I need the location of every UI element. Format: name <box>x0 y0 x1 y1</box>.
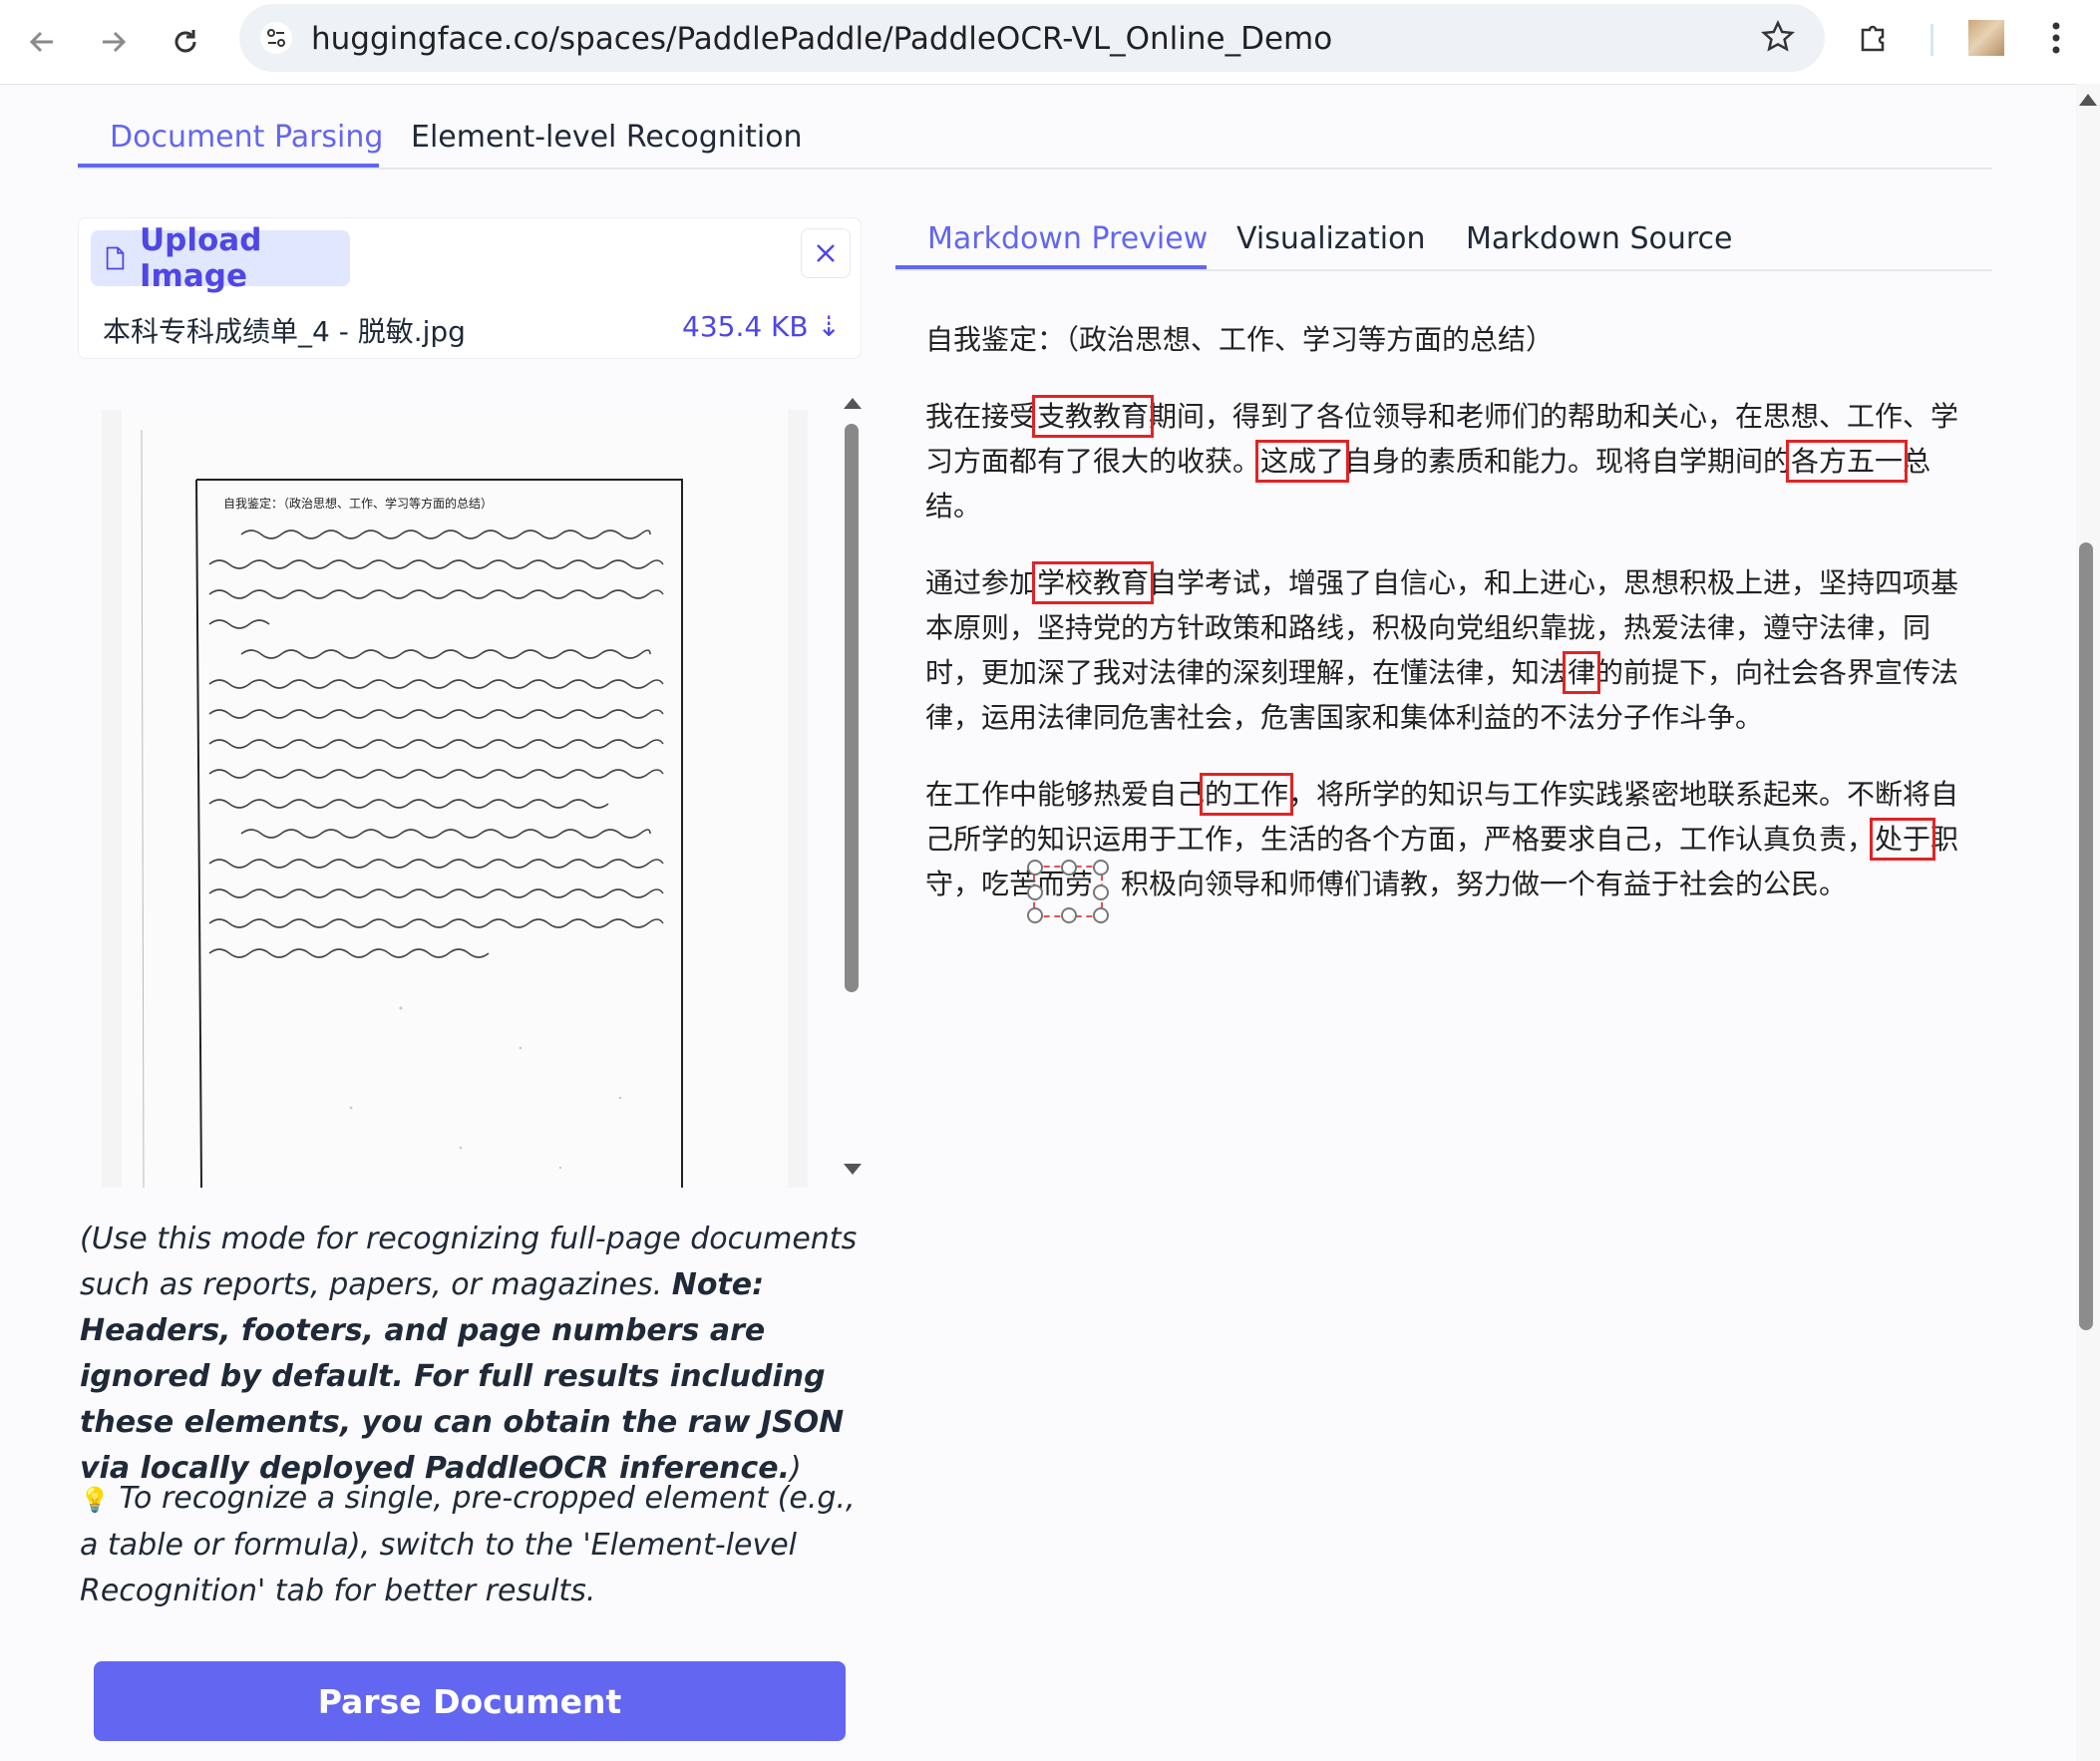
lightbulb-icon: 💡 <box>80 1486 110 1514</box>
highlight-box: 支教教育 <box>1032 395 1155 438</box>
resize-handle[interactable] <box>1061 860 1077 876</box>
upload-image-text: Upload Image <box>140 222 262 294</box>
highlight-box: 这成了 <box>1255 440 1350 483</box>
parse-document-button[interactable]: Parse Document <box>94 1661 846 1741</box>
address-bar[interactable]: huggingface.co/spaces/PaddlePaddle/Paddl… <box>239 4 1825 72</box>
highlight-box: 学校教育 <box>1032 561 1155 604</box>
highlight-box: 处于 <box>1870 818 1936 861</box>
image-upload-panel: Upload Image 本科专科成绩单_4 - 脱敏.jpg 435.4 KB… <box>78 217 862 359</box>
element-recognition-tip: 💡 To recognize a single, pre-cropped ele… <box>80 1476 877 1614</box>
tip-text: To recognize a single, pre-cropped eleme… <box>80 1481 856 1608</box>
tab-visualization[interactable]: Visualization <box>1236 221 1426 256</box>
scroll-up-icon[interactable] <box>2079 94 2097 106</box>
upload-image-label[interactable]: Upload Image <box>91 222 350 294</box>
resize-handle[interactable] <box>1093 884 1109 900</box>
highlight-box: 各方五一 <box>1786 440 1909 483</box>
result-tabs: Markdown Preview Visualization Markdown … <box>895 211 1992 271</box>
scroll-down-icon[interactable] <box>844 1164 862 1175</box>
image-preview: 自我鉴定：（政治思想、工作、学习等方面的总结） <box>78 394 862 1192</box>
resize-handle[interactable] <box>1061 907 1077 923</box>
file-icon <box>106 246 125 270</box>
bookmark-star-icon[interactable] <box>1761 20 1795 59</box>
uploaded-file-name: 本科专科成绩单_4 - 脱敏.jpg <box>103 315 466 348</box>
site-settings-icon[interactable] <box>259 21 293 60</box>
active-tab-indicator <box>78 164 379 168</box>
menu-kebab-icon[interactable] <box>2046 18 2066 63</box>
resize-handle[interactable] <box>1027 860 1043 876</box>
markdown-paragraph-2: 通过参加学校教育自学考试，增强了自信心，和上进心，思想积极上进，坚持四项基本原则… <box>925 561 1959 734</box>
forward-arrow-icon[interactable] <box>90 18 138 66</box>
document-parsing-note: (Use this mode for recognizing full-page… <box>80 1217 877 1492</box>
extensions-icon[interactable] <box>1857 18 1893 59</box>
browser-toolbar: huggingface.co/spaces/PaddlePaddle/Paddl… <box>0 0 2100 85</box>
highlight-box: 的工作 <box>1200 773 1294 816</box>
image-preview-scrollbar[interactable] <box>842 394 862 1182</box>
selection-resize-box[interactable] <box>1027 860 1109 923</box>
url-text[interactable]: huggingface.co/spaces/PaddlePaddle/Paddl… <box>311 21 1332 57</box>
document-image: 自我鉴定：（政治思想、工作、学习等方面的总结） <box>102 410 808 1188</box>
document-image-header: 自我鉴定：（政治思想、工作、学习等方面的总结） <box>223 496 493 511</box>
markdown-preview: 自我鉴定：（政治思想、工作、学习等方面的总结） 我在接受支教教育期间，得到了各位… <box>925 317 1968 938</box>
mode-tabs: Document Parsing Element-level Recogniti… <box>78 110 1992 170</box>
close-icon <box>817 244 835 262</box>
page-scrollbar-thumb[interactable] <box>2079 542 2093 1330</box>
markdown-paragraph-1: 我在接受支教教育期间，得到了各位领导和老师们的帮助和关心，在思想、工作、学习方面… <box>925 395 1959 523</box>
tab-markdown-source[interactable]: Markdown Source <box>1466 221 1733 256</box>
image-preview-scrollbar-thumb[interactable] <box>845 424 859 992</box>
resize-handle[interactable] <box>1027 884 1043 900</box>
resize-handle[interactable] <box>1027 907 1043 923</box>
tab-document-parsing[interactable]: Document Parsing <box>110 120 383 155</box>
tab-element-level-recognition[interactable]: Element-level Recognition <box>411 120 803 155</box>
highlight-box: 律 <box>1563 651 1601 694</box>
download-file-link[interactable]: 435.4 KB ⇣ <box>682 310 841 343</box>
active-result-tab-indicator <box>895 265 1207 269</box>
page-scrollbar[interactable] <box>2076 84 2100 1761</box>
tab-markdown-preview[interactable]: Markdown Preview <box>927 221 1208 256</box>
resize-handle[interactable] <box>1093 907 1109 923</box>
resize-handle[interactable] <box>1093 860 1109 876</box>
markdown-heading: 自我鉴定：（政治思想、工作、学习等方面的总结） <box>925 323 1555 356</box>
scroll-up-icon[interactable] <box>844 398 862 409</box>
reload-icon[interactable] <box>162 18 209 66</box>
profile-avatar[interactable] <box>1968 20 2004 56</box>
toolbar-divider <box>1930 24 1933 56</box>
clear-image-button[interactable] <box>801 228 851 278</box>
back-arrow-icon[interactable] <box>18 18 66 66</box>
